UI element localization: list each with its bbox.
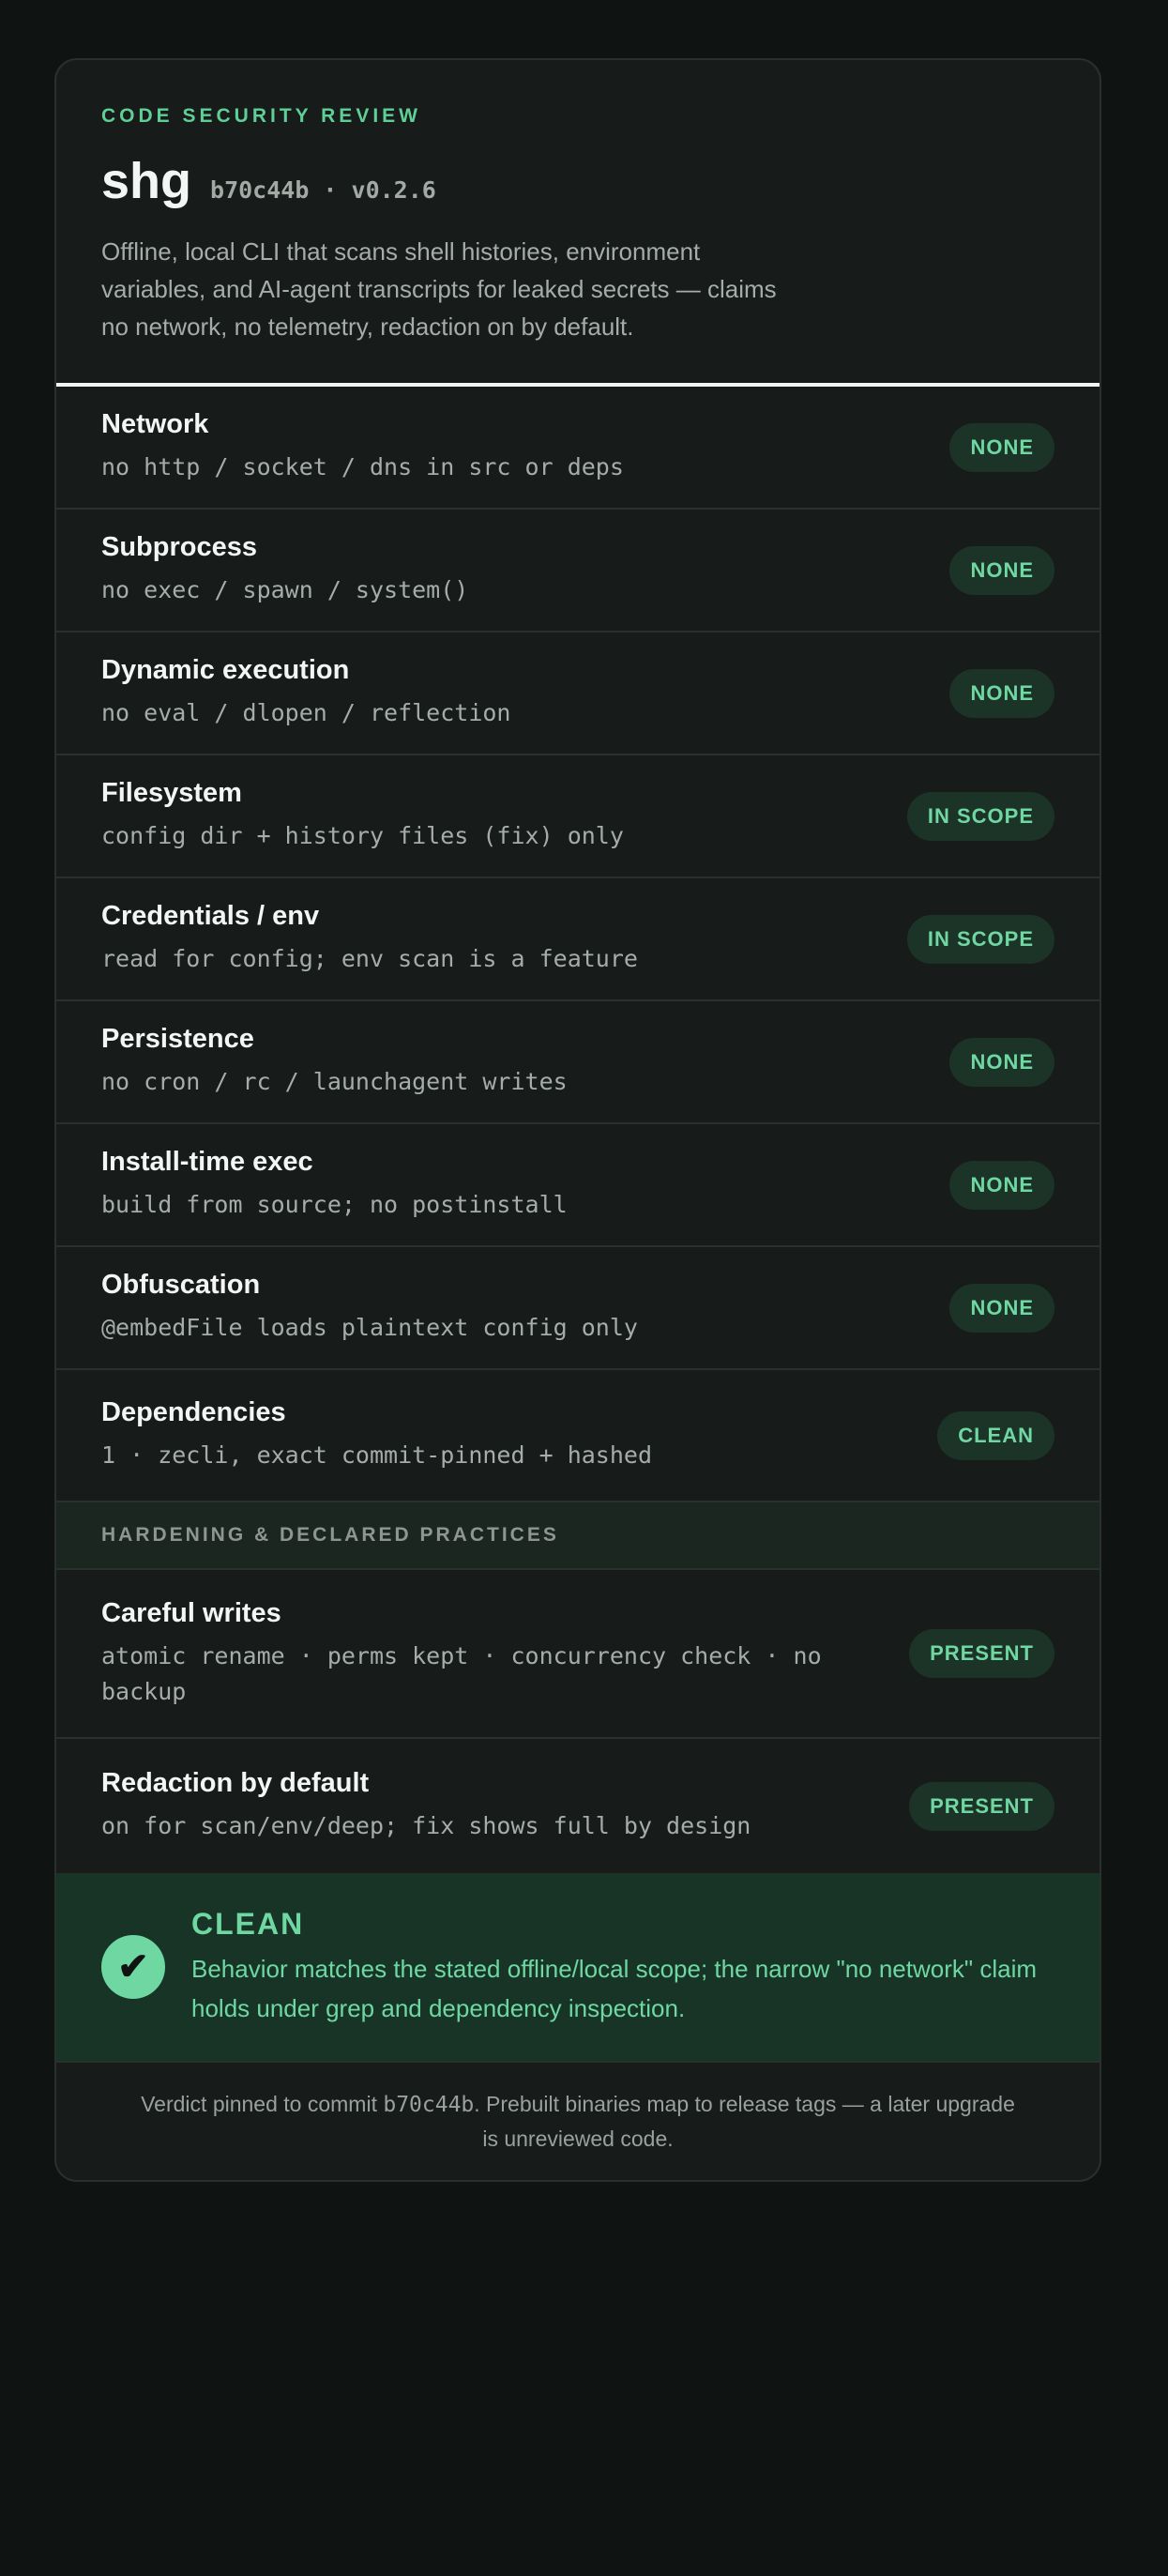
check-desc: read for config; env scan is a feature bbox=[101, 945, 638, 972]
package-name: shg bbox=[101, 153, 192, 209]
hardening-section-title: HARDENING & DECLARED PRACTICES bbox=[56, 1502, 1100, 1570]
check-row-dependencies: Dependencies 1 · zecli, exact commit-pin… bbox=[56, 1370, 1100, 1502]
check-desc: no http / socket / dns in src or deps bbox=[101, 453, 624, 480]
check-name: Network bbox=[101, 409, 209, 439]
check-name: Persistence bbox=[101, 1024, 254, 1054]
status-badge: NONE bbox=[949, 1160, 1054, 1210]
verdict-body: Behavior matches the stated offline/loca… bbox=[191, 1954, 1037, 2022]
title-row: shg b70c44b · v0.2.6 bbox=[101, 152, 1054, 210]
status-badge: NONE bbox=[949, 1283, 1054, 1333]
status-badge: NONE bbox=[949, 668, 1054, 718]
check-name: Filesystem bbox=[101, 778, 242, 808]
check-name: Install-time exec bbox=[101, 1147, 313, 1177]
check-desc: no eval / dlopen / reflection bbox=[101, 699, 511, 726]
check-name: Dynamic execution bbox=[101, 655, 350, 685]
status-badge: IN SCOPE bbox=[906, 791, 1054, 841]
check-name: Dependencies bbox=[101, 1397, 286, 1427]
verdict-panel: ✔ CLEAN Behavior matches the stated offl… bbox=[56, 1873, 1100, 2063]
practice-row-careful-writes: Careful writes atomic rename · perms kep… bbox=[56, 1570, 1100, 1739]
check-name: Subprocess bbox=[101, 532, 257, 562]
footer-text-post: . Prebuilt binaries map to release tags … bbox=[474, 2092, 1015, 2151]
check-desc: build from source; no postinstall bbox=[101, 1191, 568, 1218]
commit-hash: b70c44b bbox=[383, 2093, 475, 2117]
check-row-network: Network no http / socket / dns in src or… bbox=[56, 387, 1100, 510]
eyebrow-label: CODE SECURITY REVIEW bbox=[101, 105, 421, 127]
review-header: CODE SECURITY REVIEW shg b70c44b · v0.2.… bbox=[56, 60, 1100, 387]
footer-text-pre: Verdict pinned to commit bbox=[141, 2092, 384, 2116]
status-badge: PRESENT bbox=[909, 1781, 1054, 1831]
status-badge: NONE bbox=[949, 1037, 1054, 1087]
check-desc: no exec / spawn / system() bbox=[101, 576, 469, 603]
check-row-filesystem: Filesystem config dir + history files (f… bbox=[56, 755, 1100, 878]
check-row-credentials: Credentials / env read for config; env s… bbox=[56, 878, 1100, 1001]
check-desc: no cron / rc / launchagent writes bbox=[101, 1068, 568, 1095]
status-badge: PRESENT bbox=[909, 1629, 1054, 1678]
check-row-subprocess: Subprocess no exec / spawn / system() NO… bbox=[56, 510, 1100, 633]
practice-desc: on for scan/env/deep; fix shows full by … bbox=[101, 1812, 751, 1839]
check-row-dynamic-execution: Dynamic execution no eval / dlopen / ref… bbox=[56, 633, 1100, 755]
check-desc: @embedFile loads plaintext config only bbox=[101, 1314, 638, 1341]
verdict-title: CLEAN bbox=[191, 1906, 305, 1941]
check-icon: ✔ bbox=[101, 1935, 165, 1999]
check-name: Obfuscation bbox=[101, 1270, 261, 1300]
practice-desc: atomic rename · perms kept · concurrency… bbox=[101, 1641, 822, 1705]
practice-name: Redaction by default bbox=[101, 1768, 370, 1798]
practice-row-redaction: Redaction by default on for scan/env/dee… bbox=[56, 1739, 1100, 1873]
check-desc: 1 · zecli, exact commit-pinned + hashed bbox=[101, 1441, 652, 1469]
practice-name: Careful writes bbox=[101, 1597, 281, 1628]
status-badge: IN SCOPE bbox=[906, 914, 1054, 964]
check-row-install-time-exec: Install-time exec build from source; no … bbox=[56, 1124, 1100, 1247]
review-card: CODE SECURITY REVIEW shg b70c44b · v0.2.… bbox=[54, 58, 1101, 2182]
version-label: b70c44b · v0.2.6 bbox=[210, 176, 436, 204]
check-row-obfuscation: Obfuscation @embedFile loads plaintext c… bbox=[56, 1247, 1100, 1370]
status-badge: NONE bbox=[949, 422, 1054, 472]
status-badge: NONE bbox=[949, 545, 1054, 595]
check-desc: config dir + history files (fix) only bbox=[101, 822, 624, 849]
check-name: Credentials / env bbox=[101, 901, 320, 931]
status-badge: CLEAN bbox=[937, 1410, 1054, 1460]
footer-note: Verdict pinned to commit b70c44b. Prebui… bbox=[56, 2063, 1100, 2180]
checks-list: Network no http / socket / dns in src or… bbox=[56, 387, 1100, 1502]
package-summary: Offline, local CLI that scans shell hist… bbox=[101, 237, 777, 341]
check-row-persistence: Persistence no cron / rc / launchagent w… bbox=[56, 1001, 1100, 1124]
